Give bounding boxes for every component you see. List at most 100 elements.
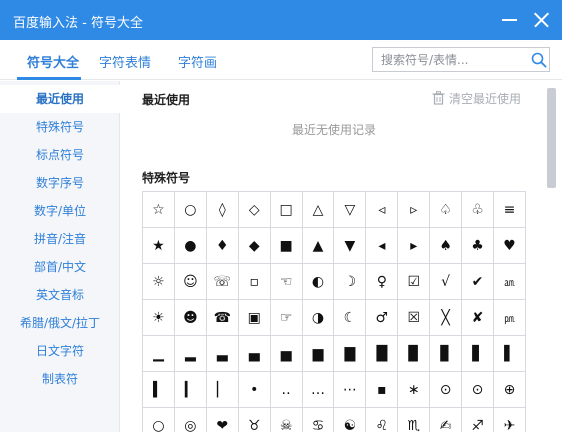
- symbol-cell[interactable]: ☆: [142, 191, 175, 228]
- symbol-cell[interactable]: ╳: [429, 299, 463, 336]
- sidebar-item-greek-russian-latin[interactable]: 希腊/俄文/拉丁: [0, 309, 120, 337]
- symbol-cell[interactable]: ⊕: [493, 371, 526, 408]
- symbol-cell[interactable]: ◐: [301, 263, 335, 300]
- symbol-cell[interactable]: ▏: [205, 371, 239, 408]
- search-icon[interactable]: [531, 52, 547, 68]
- symbol-cell[interactable]: ▍: [142, 371, 175, 408]
- symbol-cell[interactable]: ♧: [461, 191, 494, 228]
- symbol-cell[interactable]: ♉: [237, 407, 271, 432]
- symbol-cell[interactable]: ▎: [173, 371, 207, 408]
- symbol-cell[interactable]: ○: [142, 407, 175, 432]
- symbol-cell[interactable]: ▹: [397, 191, 431, 228]
- symbol-cell[interactable]: ▼: [333, 227, 367, 264]
- symbol-cell[interactable]: ☠: [269, 407, 303, 432]
- symbol-cell[interactable]: ☯: [333, 407, 367, 432]
- sidebar-item-recent[interactable]: 最近使用: [0, 85, 120, 113]
- symbol-cell[interactable]: ◆: [237, 227, 271, 264]
- symbol-cell[interactable]: ㏂: [493, 263, 526, 300]
- symbol-cell[interactable]: ☾: [333, 299, 367, 336]
- sidebar-item-box-drawing[interactable]: 制表符: [0, 365, 120, 393]
- symbol-cell[interactable]: …: [301, 371, 335, 408]
- symbol-cell[interactable]: ▽: [333, 191, 367, 228]
- sidebar-item-pinyin[interactable]: 拼音/注音: [0, 225, 120, 253]
- symbol-cell[interactable]: ●: [173, 227, 207, 264]
- symbol-cell[interactable]: ♀: [365, 263, 399, 300]
- symbol-cell[interactable]: ◂: [365, 227, 399, 264]
- symbol-cell[interactable]: ♤: [429, 191, 463, 228]
- minimize-icon[interactable]: [497, 7, 523, 33]
- symbol-cell[interactable]: ▂: [173, 335, 207, 372]
- symbol-cell[interactable]: ✔: [461, 263, 494, 300]
- symbol-cell[interactable]: ▃: [205, 335, 239, 372]
- symbol-cell[interactable]: ▊: [429, 335, 463, 372]
- symbol-cell[interactable]: ☑: [397, 263, 431, 300]
- symbol-cell[interactable]: ✈: [493, 407, 526, 432]
- symbol-cell[interactable]: ♂: [365, 299, 399, 336]
- symbol-cell[interactable]: ‥: [269, 371, 303, 408]
- symbol-cell[interactable]: ○: [173, 191, 207, 228]
- symbol-cell[interactable]: █: [365, 335, 399, 372]
- symbol-cell[interactable]: ♠: [429, 227, 463, 264]
- symbol-cell[interactable]: ◇: [237, 191, 271, 228]
- symbol-cell[interactable]: ■: [269, 227, 303, 264]
- sidebar-item-radicals[interactable]: 部首/中文: [0, 253, 120, 281]
- symbol-cell[interactable]: ▉: [397, 335, 431, 372]
- symbol-cell[interactable]: ∗: [397, 371, 431, 408]
- symbol-cell[interactable]: ▋: [461, 335, 494, 372]
- sidebar-item-special[interactable]: 特殊符号: [0, 113, 120, 141]
- symbol-cell[interactable]: ☀: [142, 299, 175, 336]
- symbol-cell[interactable]: ☏: [205, 263, 239, 300]
- symbol-cell[interactable]: ◎: [173, 407, 207, 432]
- symbol-cell[interactable]: •: [237, 371, 271, 408]
- symbol-cell[interactable]: ☻: [173, 299, 207, 336]
- symbol-cell[interactable]: ◃: [365, 191, 399, 228]
- scrollbar-thumb[interactable]: [547, 88, 556, 188]
- search-input[interactable]: [373, 48, 523, 71]
- tab-emoticons[interactable]: 字符表情: [99, 52, 151, 71]
- symbol-cell[interactable]: ⊙: [429, 371, 463, 408]
- symbol-cell[interactable]: ◑: [301, 299, 335, 336]
- tab-symbols[interactable]: 符号大全: [27, 52, 79, 71]
- symbol-cell[interactable]: ▆: [301, 335, 335, 372]
- symbol-cell[interactable]: ♣: [461, 227, 494, 264]
- symbol-cell[interactable]: ♌: [365, 407, 399, 432]
- symbol-cell[interactable]: ♋: [301, 407, 335, 432]
- sidebar-item-japanese[interactable]: 日文字符: [0, 337, 120, 365]
- symbol-cell[interactable]: ▫: [237, 263, 271, 300]
- symbol-cell[interactable]: ❤: [205, 407, 239, 432]
- symbol-cell[interactable]: ☽: [333, 263, 367, 300]
- symbol-cell[interactable]: ✘: [461, 299, 494, 336]
- symbol-cell[interactable]: ♐: [461, 407, 494, 432]
- symbol-cell[interactable]: △: [301, 191, 335, 228]
- sidebar-item-phonetics[interactable]: 英文音标: [0, 281, 120, 309]
- symbol-cell[interactable]: ▅: [269, 335, 303, 372]
- symbol-cell[interactable]: ▸: [397, 227, 431, 264]
- symbol-cell[interactable]: ⋯: [333, 371, 367, 408]
- symbol-cell[interactable]: ▪: [365, 371, 399, 408]
- symbol-cell[interactable]: ▄: [237, 335, 271, 372]
- symbol-cell[interactable]: ☞: [269, 299, 303, 336]
- symbol-cell[interactable]: ☎: [205, 299, 239, 336]
- symbol-cell[interactable]: √: [429, 263, 463, 300]
- symbol-cell[interactable]: ♏: [397, 407, 431, 432]
- symbol-cell[interactable]: ☼: [142, 263, 175, 300]
- tab-ascii-art[interactable]: 字符画: [178, 52, 217, 71]
- symbol-cell[interactable]: □: [269, 191, 303, 228]
- symbol-cell[interactable]: ☒: [397, 299, 431, 336]
- symbol-cell[interactable]: ▣: [237, 299, 271, 336]
- symbol-cell[interactable]: ㏘: [493, 299, 526, 336]
- symbol-cell[interactable]: ▇: [333, 335, 367, 372]
- sidebar-item-numbers-units[interactable]: 数字/单位: [0, 197, 120, 225]
- sidebar-item-punctuation[interactable]: 标点符号: [0, 141, 120, 169]
- symbol-cell[interactable]: ✍: [429, 407, 463, 432]
- symbol-cell[interactable]: ≡: [493, 191, 526, 228]
- symbol-cell[interactable]: ▁: [142, 335, 175, 372]
- symbol-cell[interactable]: ♦: [205, 227, 239, 264]
- symbol-cell[interactable]: ▲: [301, 227, 335, 264]
- close-icon[interactable]: [528, 7, 554, 33]
- sidebar-item-number-index[interactable]: 数字序号: [0, 169, 120, 197]
- symbol-cell[interactable]: ♥: [493, 227, 526, 264]
- symbol-cell[interactable]: ☺: [173, 263, 207, 300]
- symbol-cell[interactable]: ▌: [493, 335, 526, 372]
- symbol-cell[interactable]: ☜: [269, 263, 303, 300]
